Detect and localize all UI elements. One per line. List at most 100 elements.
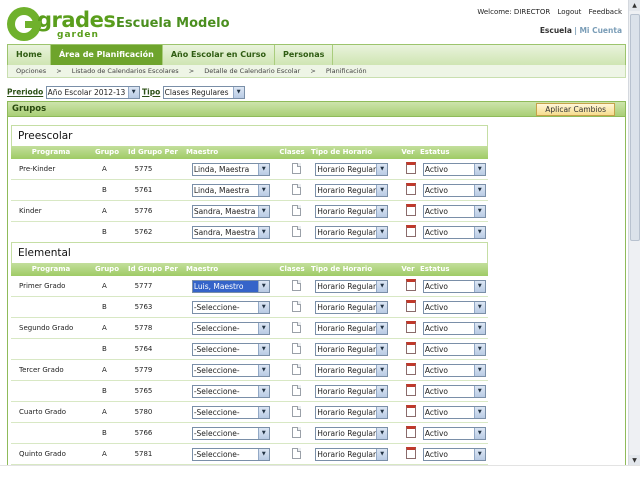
maestro-select[interactable]: -Seleccione- ▼ [191, 426, 270, 440]
document-icon[interactable] [291, 183, 301, 195]
calendar-icon[interactable] [406, 225, 416, 237]
tipo-horario-select[interactable]: Horario Regular ▼ [315, 204, 389, 218]
document-icon[interactable] [291, 204, 301, 216]
document-icon[interactable] [291, 321, 301, 333]
estatus-select[interactable]: Activo ▼ [422, 300, 486, 314]
tipo-horario-select[interactable]: Horario Regular ▼ [315, 447, 389, 461]
document-icon[interactable] [291, 447, 301, 459]
document-icon[interactable] [291, 279, 301, 291]
maestro-value: -Seleccione- [193, 407, 240, 417]
breadcrumb-detalle[interactable]: Detalle de Calendario Escolar [204, 67, 300, 75]
document-icon[interactable] [291, 342, 301, 354]
maestro-select[interactable]: Sandra, Maestra ▼ [191, 225, 270, 239]
estatus-select[interactable]: Activo ▼ [422, 321, 486, 335]
logout-link[interactable]: Logout [557, 8, 581, 16]
escuela-link[interactable]: Escuela [540, 26, 572, 35]
chevron-down-icon: ▼ [473, 280, 485, 292]
estatus-select[interactable]: Activo ▼ [422, 225, 486, 239]
estatus-select[interactable]: Activo ▼ [422, 363, 486, 377]
tab-ano-escolar[interactable]: Año Escolar en Curso [163, 45, 276, 65]
calendar-icon[interactable] [406, 279, 416, 291]
grades-garden-logo[interactable]: grades garden [7, 7, 116, 41]
estatus-value: Activo [424, 428, 449, 438]
tab-area-planificacion[interactable]: Área de Planificación [50, 45, 163, 65]
tipo-horario-select[interactable]: Horario Regular ▼ [315, 300, 389, 314]
school-name: Escuela Modelo [116, 16, 230, 31]
estatus-select[interactable]: Activo ▼ [422, 162, 486, 176]
tipo-horario-select[interactable]: Horario Regular ▼ [315, 363, 389, 377]
calendar-icon[interactable] [406, 426, 416, 438]
breadcrumb-listado[interactable]: Listado de Calendarios Escolares [72, 67, 179, 75]
maestro-select[interactable]: -Seleccione- ▼ [191, 342, 270, 356]
estatus-value: Activo [424, 323, 449, 333]
tipo-horario-select[interactable]: Horario Regular ▼ [315, 162, 389, 176]
maestro-value: -Seleccione- [193, 323, 240, 333]
estatus-select[interactable]: Activo ▼ [422, 384, 486, 398]
tipo-horario-select[interactable]: Horario Regular ▼ [315, 342, 389, 356]
feedback-link[interactable]: Feedback [589, 8, 622, 16]
estatus-select[interactable]: Activo ▼ [422, 279, 486, 293]
document-icon[interactable] [291, 426, 301, 438]
tipo-horario-select[interactable]: Horario Regular ▼ [315, 321, 389, 335]
tipo-horario-select[interactable]: Horario Regular ▼ [315, 279, 389, 293]
calendar-icon[interactable] [406, 204, 416, 216]
calendar-icon[interactable] [406, 384, 416, 396]
estatus-value: Activo [424, 206, 449, 216]
chevron-down-icon: ▼ [376, 184, 388, 196]
document-icon[interactable] [291, 162, 301, 174]
apply-changes-button[interactable]: Aplicar Cambios [536, 103, 615, 116]
calendar-icon[interactable] [406, 162, 416, 174]
tipo-horario-select[interactable]: Horario Regular ▼ [315, 405, 389, 419]
vertical-scrollbar[interactable]: ▲ ▼ [628, 0, 640, 466]
periodo-select[interactable]: Año Escolar 2012-13 ▼ [45, 86, 140, 99]
document-icon[interactable] [291, 405, 301, 417]
breadcrumb-separator: > [56, 67, 62, 75]
horario-value: Horario Regular [317, 407, 377, 417]
tipo-horario-select[interactable]: Horario Regular ▼ [315, 384, 389, 398]
tab-home[interactable]: Home [8, 45, 51, 65]
column-header: Estatus [420, 148, 450, 156]
document-icon[interactable] [291, 225, 301, 237]
estatus-select[interactable]: Activo ▼ [422, 342, 486, 356]
tipo-select[interactable]: Clases Regulares ▼ [162, 86, 245, 99]
document-icon[interactable] [291, 363, 301, 375]
maestro-select[interactable]: -Seleccione- ▼ [191, 300, 270, 314]
grupo-cell: A [101, 450, 107, 458]
scroll-thumb[interactable] [630, 14, 640, 241]
estatus-select[interactable]: Activo ▼ [422, 204, 486, 218]
maestro-select[interactable]: Luis, Maestro ▼ [191, 279, 270, 293]
maestro-select[interactable]: -Seleccione- ▼ [191, 363, 270, 377]
estatus-select[interactable]: Activo ▼ [422, 405, 486, 419]
tab-personas[interactable]: Personas [275, 45, 334, 65]
calendar-icon[interactable] [406, 183, 416, 195]
maestro-select[interactable]: Linda, Maestra ▼ [191, 162, 270, 176]
tipo-horario-select[interactable]: Horario Regular ▼ [315, 225, 389, 239]
maestro-select[interactable]: -Seleccione- ▼ [191, 321, 270, 335]
chevron-down-icon: ▼ [257, 301, 269, 313]
maestro-select[interactable]: Linda, Maestra ▼ [191, 183, 270, 197]
maestro-select[interactable]: -Seleccione- ▼ [191, 447, 270, 461]
id-grupo-cell: 5778 [134, 324, 153, 332]
estatus-select[interactable]: Activo ▼ [422, 447, 486, 461]
calendar-icon[interactable] [406, 363, 416, 375]
maestro-select[interactable]: -Seleccione- ▼ [191, 405, 270, 419]
calendar-icon[interactable] [406, 321, 416, 333]
chevron-down-icon: ▼ [376, 406, 388, 418]
calendar-icon[interactable] [406, 405, 416, 417]
estatus-select[interactable]: Activo ▼ [422, 426, 486, 440]
calendar-icon[interactable] [406, 447, 416, 459]
tipo-horario-select[interactable]: Horario Regular ▼ [315, 183, 389, 197]
document-icon[interactable] [291, 300, 301, 312]
calendar-icon[interactable] [406, 342, 416, 354]
mi-cuenta-link[interactable]: Mi Cuenta [579, 26, 622, 35]
calendar-icon[interactable] [406, 300, 416, 312]
chevron-down-icon: ▼ [376, 280, 388, 292]
tipo-horario-select[interactable]: Horario Regular ▼ [315, 426, 389, 440]
estatus-select[interactable]: Activo ▼ [422, 183, 486, 197]
chevron-down-icon: ▼ [473, 163, 485, 175]
maestro-select[interactable]: Sandra, Maestra ▼ [191, 204, 270, 218]
breadcrumb-opciones[interactable]: Opciones [16, 67, 46, 75]
document-icon[interactable] [291, 384, 301, 396]
scroll-up-icon[interactable]: ▲ [629, 0, 640, 11]
maestro-select[interactable]: -Seleccione- ▼ [191, 384, 270, 398]
